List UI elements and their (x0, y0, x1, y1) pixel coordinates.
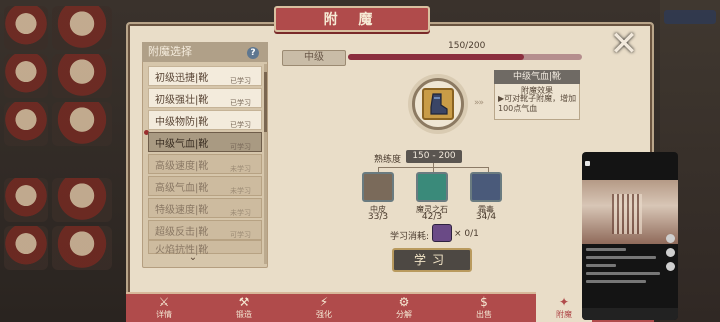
material-count: 33/3 (367, 212, 389, 222)
cost-label: 学习消耗: (390, 232, 430, 242)
comment-icon[interactable] (666, 248, 675, 257)
list-item[interactable]: 火焰抗性|靴 (148, 240, 262, 256)
background-bar (664, 10, 716, 24)
tab-strengthen[interactable]: ⚡ 强化 (296, 292, 352, 322)
strengthen-icon: ⚡ (319, 295, 329, 309)
enchant-icon: ✦ (558, 295, 570, 309)
sell-icon: $ (480, 295, 488, 309)
list-item[interactable]: 高级速度|靴 未学习 (148, 154, 262, 174)
hero-portrait (52, 226, 112, 270)
list-item-status: 未学习 (230, 187, 251, 195)
progress-text: 150/200 (448, 41, 486, 51)
tab-label: 分解 (396, 310, 412, 319)
close-button[interactable]: ✕ (604, 26, 644, 62)
hero-portrait (52, 102, 112, 146)
enchant-book-icon[interactable] (432, 224, 452, 242)
scroll-down-icon[interactable]: ⌄ (186, 253, 200, 263)
tab-sell[interactable]: $ 出售 (456, 292, 512, 322)
proficiency-value: 150 - 200 (406, 150, 462, 163)
list-scroll-thumb[interactable] (264, 72, 267, 132)
list-item[interactable]: 特级速度|靴 未学习 (148, 198, 262, 218)
list-item-status: 已学习 (230, 77, 251, 85)
cost-value: × 0/1 (454, 229, 479, 239)
panel-title: 附 魔 (274, 6, 430, 32)
like-icon[interactable] (666, 234, 675, 243)
list-item[interactable]: 初级强壮|靴 已学习 (148, 88, 262, 108)
list-item-name: 火焰抗性|靴 (155, 245, 209, 256)
hero-portrait (52, 178, 112, 222)
level-badge: 中级 (282, 50, 346, 66)
tab-detail[interactable]: ⚔ 详情 (136, 292, 192, 322)
list-item-status: 未学习 (230, 209, 251, 217)
video-image (582, 180, 678, 244)
decompose-icon: ⚙ (398, 295, 410, 309)
video-text-line (586, 256, 656, 259)
video-text-line (586, 264, 616, 267)
material-count: 42/3 (421, 212, 443, 222)
hero-portrait (52, 6, 112, 50)
list-item-name: 初级迅捷|靴 (155, 73, 209, 84)
detail-icon: ⚔ (158, 295, 170, 309)
tab-forge[interactable]: ⚒ 锻造 (216, 292, 272, 322)
progress-fill (348, 54, 524, 60)
hero-portrait (4, 178, 48, 222)
list-item-name: 超级反击|靴 (155, 227, 209, 238)
video-text-line (586, 248, 626, 251)
tab-decompose[interactable]: ⚙ 分解 (376, 292, 432, 322)
tab-label: 锻造 (236, 310, 252, 319)
list-item-status: 已学习 (230, 121, 251, 129)
tab-label: 出售 (476, 310, 492, 319)
info-description: ▶可对靴子附魔，增加100点气血 (498, 94, 577, 113)
info-title: 中级气血|靴 (494, 70, 580, 84)
boots-item-icon[interactable] (422, 88, 454, 120)
list-item-status: 可学习 (230, 143, 251, 151)
arrows-icon: »» (474, 98, 484, 108)
list-item-name: 高级速度|靴 (155, 161, 209, 172)
help-icon[interactable]: ? (247, 47, 259, 59)
list-item-name: 高级气血|靴 (155, 183, 209, 194)
list-item[interactable]: 超级反击|靴 可学习 (148, 220, 262, 240)
list-item-name: 特级速度|靴 (155, 205, 209, 216)
learn-button[interactable]: 学习 (392, 248, 472, 272)
hero-portrait (52, 54, 112, 98)
hero-portrait (4, 54, 48, 98)
video-text-line (586, 280, 646, 283)
hero-portrait (4, 6, 48, 50)
magic-stone-icon[interactable] (416, 172, 448, 202)
list-item-name: 初级强壮|靴 (155, 95, 209, 106)
list-item[interactable]: 初级迅捷|靴 已学习 (148, 66, 262, 86)
video-header (582, 158, 678, 170)
list-item-status: 可学习 (230, 231, 251, 239)
hero-portrait (4, 102, 48, 146)
hero-portrait (4, 226, 48, 270)
list-item-selected[interactable]: 中级气血|靴 可学习 (148, 132, 262, 152)
list-item-status: 未学习 (230, 165, 251, 173)
share-icon[interactable] (666, 262, 675, 271)
material-count: 34/4 (475, 212, 497, 222)
list-item-status: 已学习 (230, 99, 251, 107)
list-item-name: 中级气血|靴 (155, 139, 209, 150)
video-text-line (586, 272, 660, 275)
video-bottom-bar (582, 308, 678, 320)
list-item[interactable]: 中级物防|靴 已学习 (148, 110, 262, 130)
list-item-name: 中级物防|靴 (155, 117, 209, 128)
frost-poison-icon[interactable] (470, 172, 502, 202)
tab-label: 详情 (156, 310, 172, 319)
proficiency-label: 熟练度 (374, 155, 402, 165)
tab-label: 强化 (316, 310, 332, 319)
list-item[interactable]: 高级气血|靴 未学习 (148, 176, 262, 196)
video-overlay[interactable] (582, 152, 678, 320)
forge-icon: ⚒ (238, 295, 250, 309)
leather-icon[interactable] (362, 172, 394, 202)
background-hero-list (0, 0, 128, 322)
